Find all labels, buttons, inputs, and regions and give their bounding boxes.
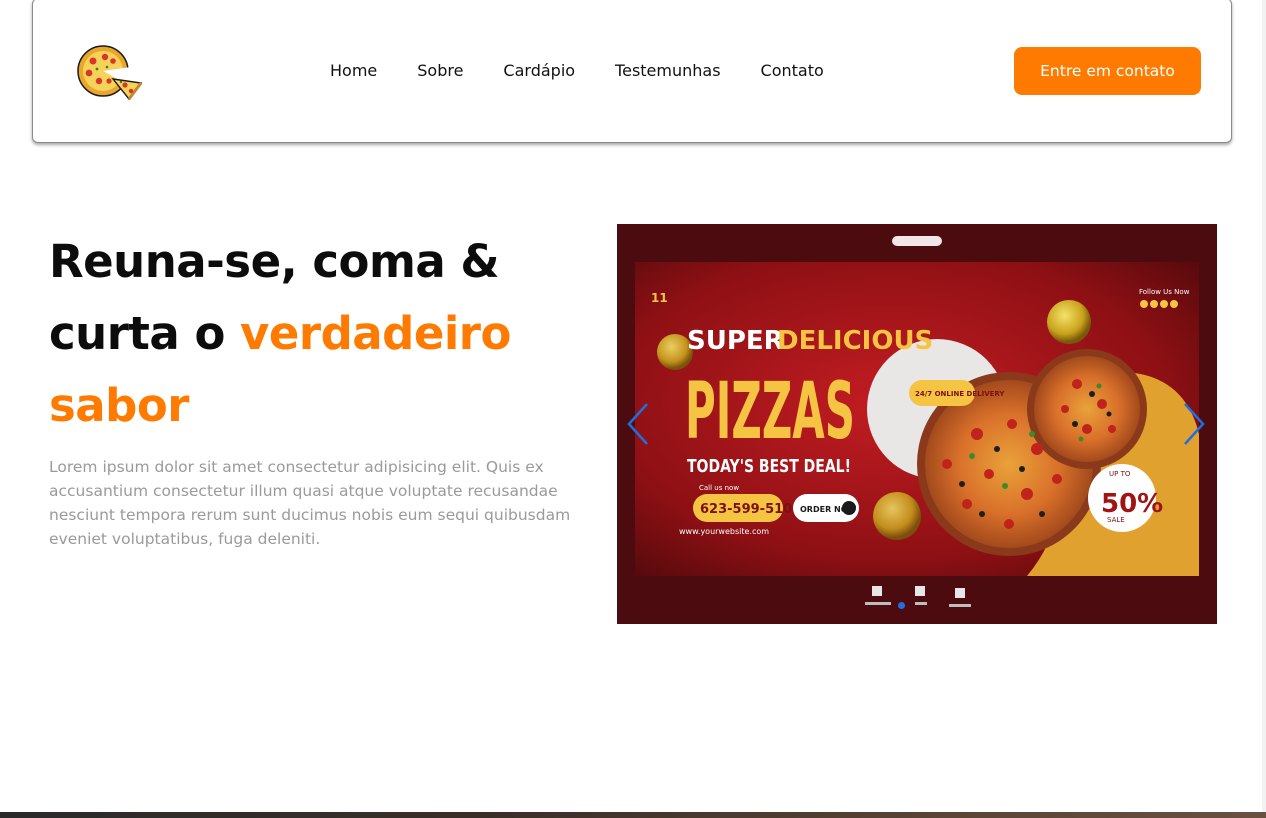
banner-pizzas: PIZZAS	[685, 367, 855, 457]
banner-website: www.yourwebsite.com	[679, 527, 769, 536]
banner-follow: Follow Us Now	[1139, 288, 1190, 296]
banner-upto: UP TO	[1109, 470, 1131, 478]
nav-item-cardapio[interactable]: Cardápio	[503, 61, 575, 81]
page: Home Sobre Cardápio Testemunhas Contato …	[0, 0, 1266, 818]
nav-item-home[interactable]: Home	[330, 61, 377, 81]
banner-sale: SALE	[1107, 516, 1125, 524]
image-carousel[interactable]: 11 SUPER DELICIOUS PIZZAS TODAY'S BEST D…	[617, 224, 1217, 624]
hero-description: Lorem ipsum dolor sit amet consectetur a…	[49, 458, 571, 548]
hero-title-part1: Reuna-se, coma &	[49, 235, 500, 288]
banner-discount: 50%	[1101, 489, 1163, 519]
banner-call-label: Call us now	[699, 484, 739, 492]
pizza-logo-icon[interactable]	[73, 45, 145, 101]
scrollbar-track[interactable]	[1262, 0, 1266, 812]
contact-button[interactable]: Entre em contato	[1014, 47, 1201, 95]
banner-phone: 623-599-5108	[700, 502, 801, 517]
main-nav: Home Sobre Cardápio Testemunhas Contato	[330, 61, 824, 81]
banner-super: SUPER	[687, 326, 784, 356]
next-section-edge	[0, 812, 1266, 818]
banner-badge: 24/7 ONLINE DELIVERY	[915, 390, 1005, 398]
nav-item-testemunhas[interactable]: Testemunhas	[615, 61, 721, 81]
hero-title: Reuna-se, coma & curta o verdadeiro sabor	[49, 226, 569, 442]
carousel-indicator-dot[interactable]	[898, 602, 905, 609]
chevron-left-icon	[627, 403, 648, 445]
carousel-prev-button[interactable]	[625, 400, 655, 448]
banner-tagline: TODAY'S BEST DEAL!	[687, 456, 851, 477]
pizza-promo-banner: 11 SUPER DELICIOUS PIZZAS TODAY'S BEST D…	[617, 224, 1217, 624]
carousel-next-button[interactable]	[1177, 400, 1207, 448]
hero-title-part2: curta o	[49, 307, 241, 360]
chevron-right-icon	[1184, 403, 1205, 445]
nav-item-contato[interactable]: Contato	[761, 61, 824, 81]
site-header: Home Sobre Cardápio Testemunhas Contato …	[32, 0, 1232, 143]
banner-delicious: DELICIOUS	[777, 326, 933, 356]
svg-text:11: 11	[651, 291, 668, 305]
nav-item-sobre[interactable]: Sobre	[417, 61, 463, 81]
